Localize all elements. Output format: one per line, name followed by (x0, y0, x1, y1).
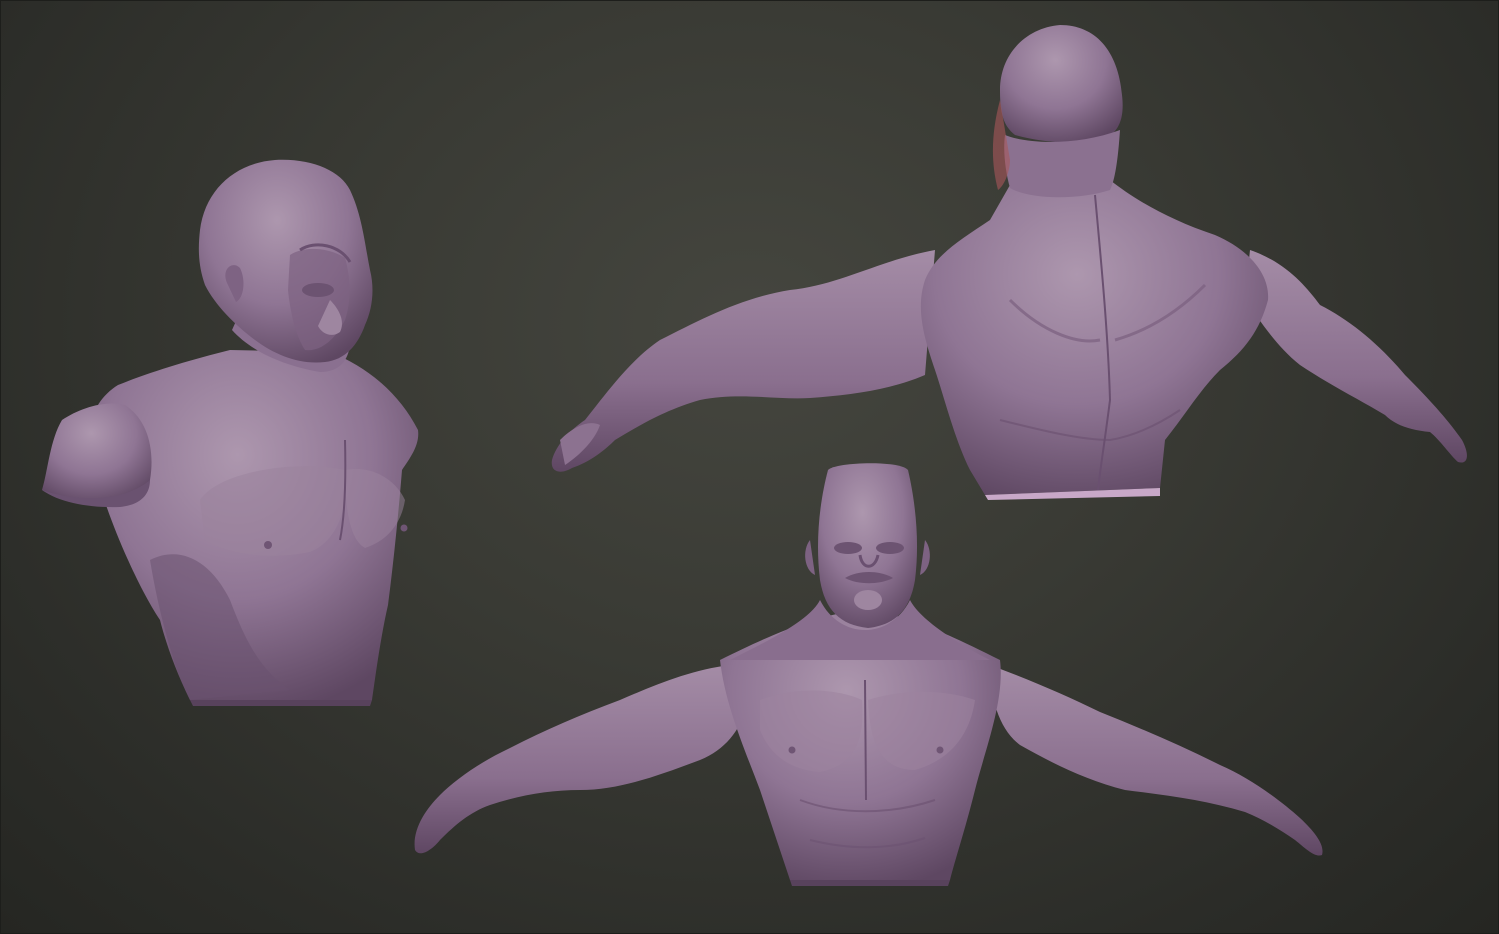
back-head (1000, 25, 1123, 143)
front-left-arm (414, 665, 745, 854)
front-view-arms-out (414, 463, 1323, 886)
bust-head (198, 159, 373, 363)
back-view-arms-out (551, 25, 1467, 500)
back-torso (920, 180, 1269, 495)
back-left-arm (551, 250, 935, 472)
sculpt-render (42, 25, 1467, 886)
sculpt-viewport[interactable] (0, 0, 1499, 934)
bust-shoulder-stump (42, 403, 152, 503)
back-right-arm (1245, 250, 1467, 463)
three-quarter-bust (42, 159, 419, 706)
front-right-arm (990, 665, 1323, 856)
